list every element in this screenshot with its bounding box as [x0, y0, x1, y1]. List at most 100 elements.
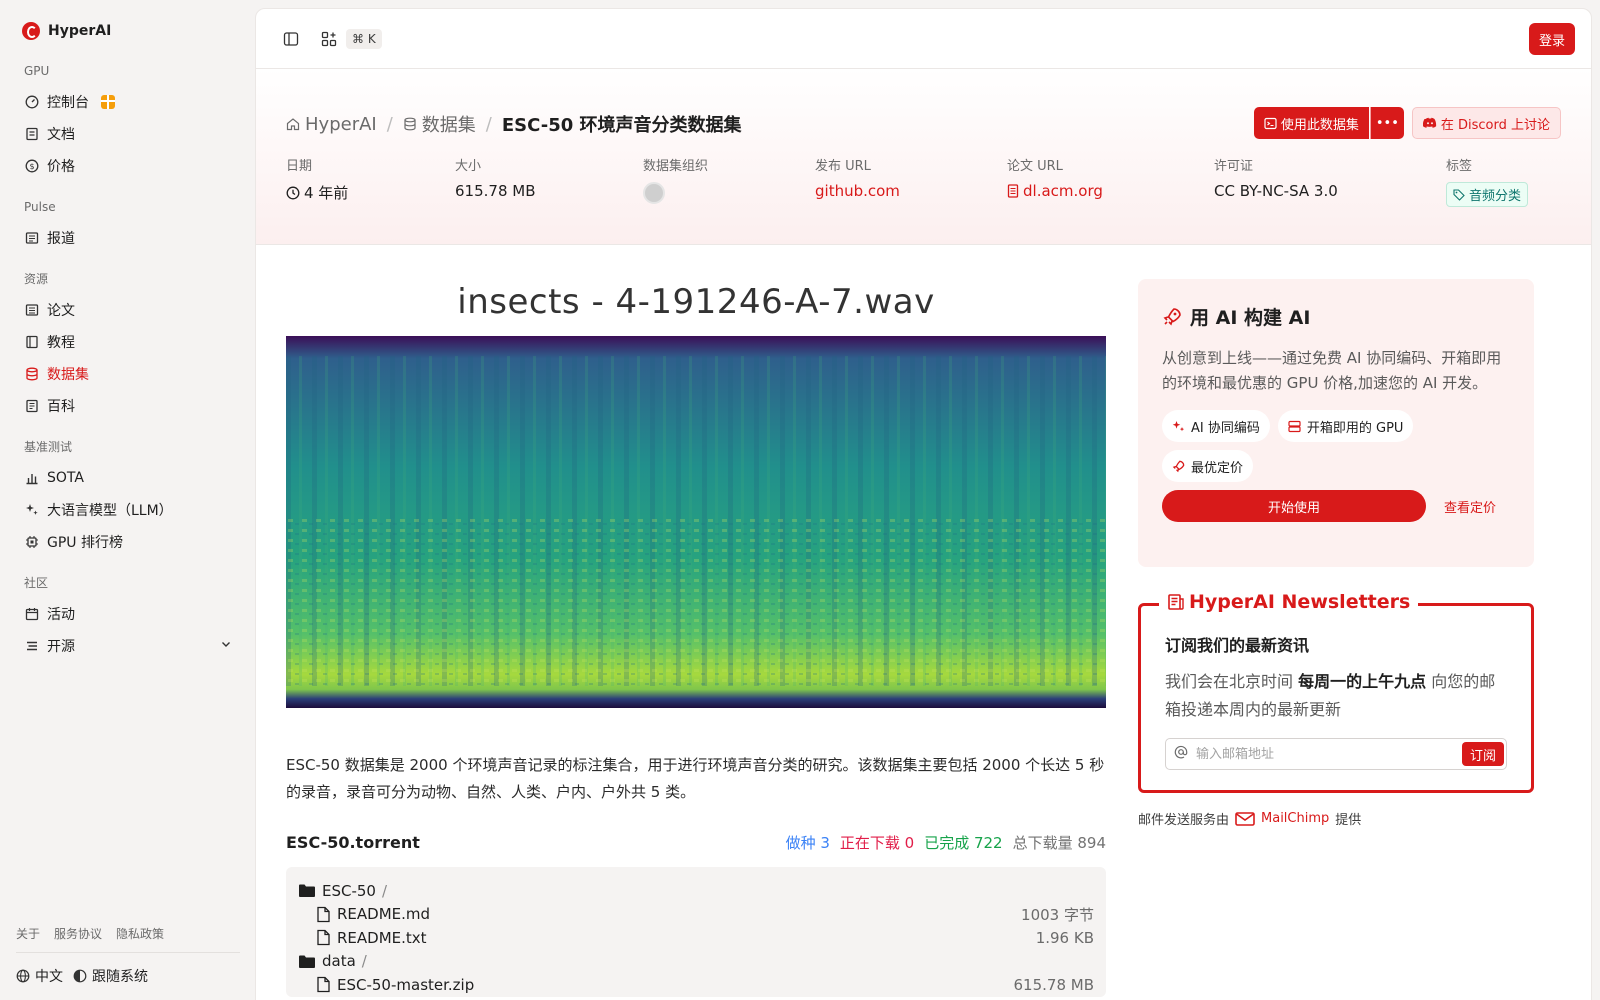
- breadcrumb-separator: /: [485, 113, 492, 135]
- meta-date: 日期 4 年前: [286, 155, 348, 204]
- meta-date-value-wrap: 4 年前: [286, 182, 348, 203]
- meta-release-url: 发布 URL github.com: [815, 155, 900, 200]
- breadcrumb-home-label: HyperAI: [305, 113, 377, 135]
- sidebar-item-news[interactable]: 报道: [16, 222, 240, 254]
- file-tree-row[interactable]: ESC-50-master.zip 615.78 MB: [298, 973, 1094, 997]
- sidebar-toggle-icon[interactable]: [278, 26, 304, 52]
- sidebar-item-console[interactable]: 控制台: [16, 86, 240, 118]
- newsletter-legend-text: HyperAI Newsletters: [1189, 591, 1411, 613]
- file-size: 615.78 MB: [1013, 975, 1095, 994]
- sidebar-item-label: 开源: [47, 639, 75, 655]
- footer-settings: 中文 跟随系统: [16, 966, 148, 986]
- terminal-icon: [1264, 117, 1277, 129]
- sparkles-icon: [1172, 420, 1185, 431]
- language-label: 中文: [35, 969, 63, 985]
- hyperai-logo-icon: [22, 22, 40, 40]
- login-button[interactable]: 登录: [1528, 23, 1575, 55]
- view-pricing-link[interactable]: 查看定价: [1444, 497, 1496, 516]
- sidebar-item-label: 控制台: [47, 95, 89, 111]
- file-icon: [317, 977, 330, 993]
- file-name: README.md: [337, 905, 431, 924]
- sidebar-item-docs[interactable]: 文档: [16, 118, 240, 150]
- file-tree-row[interactable]: README.md 1003 字节: [298, 903, 1094, 927]
- sidebar-item-wiki[interactable]: 百科: [16, 390, 240, 422]
- theme-label: 跟随系统: [92, 969, 148, 985]
- command-menu-icon[interactable]: [316, 26, 342, 52]
- document-icon: [1007, 184, 1019, 198]
- breadcrumb-datasets[interactable]: 数据集: [403, 111, 476, 137]
- theme-switcher[interactable]: 跟随系统: [73, 966, 148, 986]
- sidebar-item-sota[interactable]: SOTA: [16, 462, 240, 494]
- subscribe-button[interactable]: 订阅: [1461, 742, 1504, 766]
- theme-icon: [73, 969, 87, 983]
- spectrogram-image: insects - 4-191246-A-7.wav: [286, 264, 1106, 724]
- file-tree-row[interactable]: data /: [298, 950, 1094, 974]
- footer-link-privacy[interactable]: 隐私政策: [116, 925, 164, 942]
- nav-section-resources: 资源: [24, 272, 49, 286]
- sidebar-item-open-source[interactable]: 开源: [16, 630, 240, 662]
- file-name: ESC-50: [322, 881, 376, 900]
- breadcrumb-separator: /: [386, 113, 393, 135]
- mailchimp-suffix: 提供: [1335, 813, 1362, 828]
- sidebar-item-label: 百科: [47, 399, 75, 415]
- meta-paper-url: 论文 URL dl.acm.org: [1007, 155, 1103, 202]
- document-icon: [24, 303, 39, 318]
- file-name: data: [322, 952, 356, 971]
- sidebar-item-gpu-leaderboard[interactable]: GPU 排行榜: [16, 526, 240, 558]
- brand-name: HyperAI: [48, 23, 112, 39]
- folder-icon: [299, 955, 315, 968]
- discord-button[interactable]: 在 Discord 上讨论: [1411, 107, 1561, 139]
- sidebar-item-pricing[interactable]: $ 价格: [16, 150, 240, 182]
- rocket-icon: [1172, 460, 1185, 472]
- chevron-down-icon[interactable]: [220, 638, 232, 654]
- paper-url-link[interactable]: dl.acm.org: [1007, 182, 1103, 200]
- newspaper-icon: [1168, 594, 1184, 610]
- breadcrumb-current: ESC-50 环境声音分类数据集: [501, 115, 742, 136]
- meta-tags: 标签 音频分类: [1446, 155, 1529, 207]
- sidebar-item-label: 文档: [47, 127, 75, 143]
- nav-section-gpu: GPU: [24, 64, 50, 78]
- sidebar-item-llm[interactable]: 大语言模型（LLM）: [16, 494, 240, 526]
- file-icon: [317, 906, 330, 922]
- dataset-actions: 使用此数据集 ••• 在 Discord 上讨论: [1253, 107, 1561, 139]
- get-started-button[interactable]: 开始使用: [1162, 490, 1426, 522]
- mailchimp-link[interactable]: MailChimp: [1235, 811, 1329, 826]
- more-options-button[interactable]: •••: [1369, 107, 1404, 139]
- release-url-link[interactable]: github.com: [815, 182, 900, 200]
- folder-icon: [299, 884, 315, 898]
- sidebar-item-papers[interactable]: 论文: [16, 294, 240, 326]
- language-switcher[interactable]: 中文: [16, 966, 63, 986]
- file-tree-row[interactable]: ESC-50 /: [298, 879, 1094, 903]
- sidebar-item-label: 教程: [47, 335, 75, 351]
- database-icon: [404, 117, 416, 131]
- nav-section-benchmarks: 基准测试: [24, 440, 73, 454]
- sidebar-item-tutorials[interactable]: 教程: [16, 326, 240, 358]
- clock-icon: [286, 186, 300, 199]
- meta-org-label: 数据集组织: [643, 159, 709, 174]
- footer-link-about[interactable]: 关于: [16, 925, 40, 942]
- org-avatar[interactable]: [643, 182, 665, 204]
- shortcut-hint: ⌘ K: [346, 28, 382, 49]
- newsletter-form: 订阅: [1165, 738, 1507, 770]
- paper-url-value: dl.acm.org: [1023, 182, 1103, 200]
- sidebar-item-events[interactable]: 活动: [16, 598, 240, 630]
- completed-count: 已完成 722: [924, 834, 1003, 852]
- discord-icon: [1422, 117, 1437, 128]
- spectrogram-plot: [286, 336, 1106, 708]
- dataset-content: insects - 4-191246-A-7.wav ESC-50 数据集是 2…: [286, 264, 1106, 997]
- tag-icon: [1453, 188, 1465, 201]
- torrent-name[interactable]: ESC-50.torrent: [286, 833, 420, 852]
- email-input[interactable]: [1196, 746, 1454, 762]
- brand-logo-link[interactable]: HyperAI: [22, 22, 111, 40]
- breadcrumb-home[interactable]: HyperAI: [286, 114, 377, 135]
- meta-size-label: 大小: [455, 159, 482, 174]
- folder-slash: /: [381, 881, 388, 900]
- use-dataset-button[interactable]: 使用此数据集: [1253, 107, 1369, 139]
- footer-link-terms[interactable]: 服务协议: [54, 925, 102, 942]
- database-icon: [24, 367, 39, 382]
- sidebar-item-datasets[interactable]: 数据集: [16, 358, 240, 390]
- file-tree-row[interactable]: README.txt 1.96 KB: [298, 926, 1094, 950]
- tag-audio-classification[interactable]: 音频分类: [1446, 182, 1529, 207]
- torrent-header: ESC-50.torrent 做种 3 正在下载 0 已完成 722 总下载量 …: [286, 832, 1106, 853]
- svg-text:$: $: [29, 162, 34, 171]
